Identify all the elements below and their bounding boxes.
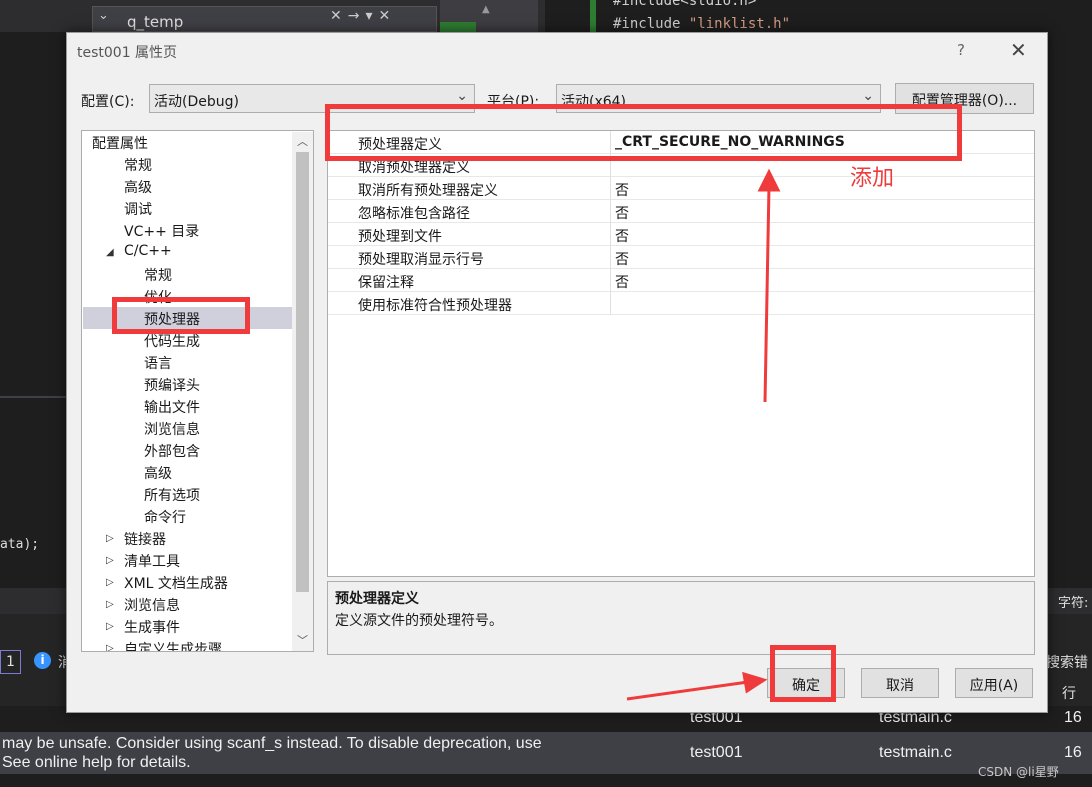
arrow-head bbox=[742, 671, 768, 694]
annotation-arrows bbox=[626, 168, 781, 701]
arrow-right-line bbox=[626, 680, 749, 701]
arrow-up-line bbox=[763, 185, 771, 403]
arrow-head bbox=[757, 168, 781, 192]
